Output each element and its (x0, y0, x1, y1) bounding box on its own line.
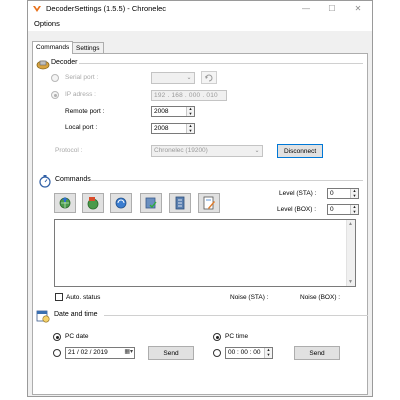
menu-options[interactable]: Options (34, 19, 60, 28)
tab-commands[interactable]: Commands (32, 41, 74, 54)
protocol-label: Protocol : (55, 147, 83, 154)
scroll-down-icon[interactable]: ▼ (348, 279, 353, 285)
title-bar: DecoderSettings (1.5.5) - Chronelec — ☐ … (28, 1, 372, 17)
chevron-down-icon: ⌄ (186, 75, 192, 81)
serial-port-select[interactable]: ⌄ (151, 72, 195, 84)
disconnect-button[interactable]: Disconnect (277, 144, 323, 158)
cmd-button-4[interactable] (140, 193, 162, 213)
level-box-label: Level (BOX) : (277, 206, 317, 213)
ip-address-label: IP adress : (65, 91, 96, 98)
ip-address-field[interactable]: 192 . 168 . 000 . 010 (151, 90, 227, 101)
output-scrollbar[interactable]: ▲ ▼ (346, 220, 355, 286)
protocol-select[interactable]: Chronelec (19200) ⌄ (151, 145, 263, 157)
remote-port-label: Remote port : (65, 108, 105, 115)
scroll-up-icon[interactable]: ▲ (348, 221, 353, 227)
level-sta-value: 0 (330, 190, 334, 197)
time-stepper[interactable]: ▲ ▼ (264, 348, 272, 358)
protocol-value: Chronelec (19200) (154, 147, 208, 154)
pc-date-label: PC date (65, 333, 89, 340)
time-picker[interactable]: 00 : 00 : 00 ▲ ▼ (225, 347, 273, 359)
decoder-section-title: Decoder (51, 59, 78, 66)
noise-box-label: Noise (BOX) : (300, 294, 341, 301)
commands-section-title: Commands (55, 176, 91, 183)
stopwatch-icon (39, 175, 51, 188)
time-value: 00 : 00 : 00 (228, 349, 261, 356)
cmd-button-6[interactable] (198, 193, 220, 213)
edit-document-icon (203, 196, 215, 210)
globe-flag-icon (87, 197, 99, 210)
level-box-value: 0 (330, 206, 334, 213)
chevron-down-icon: ⌄ (254, 148, 260, 154)
cmd-button-3[interactable] (110, 193, 132, 213)
decoder-check-icon (145, 197, 157, 209)
commands-divider (91, 180, 363, 181)
remote-port-field[interactable]: 2008 ▲ ▼ (151, 106, 195, 117)
remote-port-value: 2008 (154, 108, 169, 115)
refresh-ports-button[interactable] (201, 71, 217, 84)
level-sta-label: Level (STA) : (279, 190, 317, 197)
datetime-divider (104, 315, 368, 316)
local-port-value: 2008 (154, 125, 169, 132)
maximize-button[interactable]: ☐ (320, 2, 344, 16)
local-port-field[interactable]: 2008 ▲ ▼ (151, 123, 195, 134)
globe-arrow-icon (59, 197, 71, 209)
globe-refresh-icon (115, 197, 127, 209)
window-title: DecoderSettings (1.5.5) - Chronelec (46, 4, 167, 13)
local-port-label: Local port : (65, 124, 98, 131)
main-window: DecoderSettings (1.5.5) - Chronelec — ☐ … (27, 0, 373, 397)
datetime-section-title: Date and time (54, 311, 98, 318)
device-list-icon (175, 196, 185, 210)
ip-address-radio[interactable] (51, 91, 59, 99)
custom-time-radio[interactable] (213, 349, 221, 357)
send-time-button[interactable]: Send (294, 346, 340, 360)
decoder-icon (36, 60, 50, 70)
decoder-divider (79, 63, 363, 64)
minimize-button[interactable]: — (294, 2, 318, 16)
serial-port-label: Serial port : (65, 74, 99, 81)
serial-port-radio[interactable] (51, 74, 59, 82)
cmd-button-2[interactable] (82, 193, 104, 213)
pc-time-radio[interactable] (213, 333, 221, 341)
refresh-icon (205, 74, 213, 82)
calendar-dropdown-icon[interactable]: ▦▾ (124, 348, 133, 357)
cmd-button-1[interactable] (54, 193, 76, 213)
cmd-button-5[interactable] (169, 193, 191, 213)
calendar-clock-icon (36, 310, 50, 323)
pc-time-label: PC time (225, 333, 249, 340)
date-value: 21 / 02 / 2019 (68, 349, 108, 356)
date-picker[interactable]: 21 / 02 / 2019 ▦▾ (65, 347, 135, 359)
command-output-area[interactable]: ▲ ▼ (54, 219, 356, 287)
auto-status-checkbox[interactable] (55, 293, 63, 301)
custom-date-radio[interactable] (53, 349, 61, 357)
auto-status-label: Auto. status (66, 294, 101, 301)
level-box-field[interactable]: 0 ▲ ▼ (327, 204, 359, 215)
send-date-button[interactable]: Send (148, 346, 194, 360)
close-button[interactable]: ✕ (346, 2, 370, 16)
level-sta-field[interactable]: 0 ▲ ▼ (327, 188, 359, 199)
level-box-stepper[interactable]: ▲ ▼ (350, 205, 358, 214)
level-sta-stepper[interactable]: ▲ ▼ (350, 189, 358, 198)
local-port-stepper[interactable]: ▲ ▼ (186, 124, 194, 133)
menu-bar: Options (28, 17, 372, 31)
remote-port-stepper[interactable]: ▲ ▼ (186, 107, 194, 116)
pc-date-radio[interactable] (53, 333, 61, 341)
noise-sta-label: Noise (STA) : (230, 294, 269, 301)
app-logo-icon (33, 6, 41, 12)
